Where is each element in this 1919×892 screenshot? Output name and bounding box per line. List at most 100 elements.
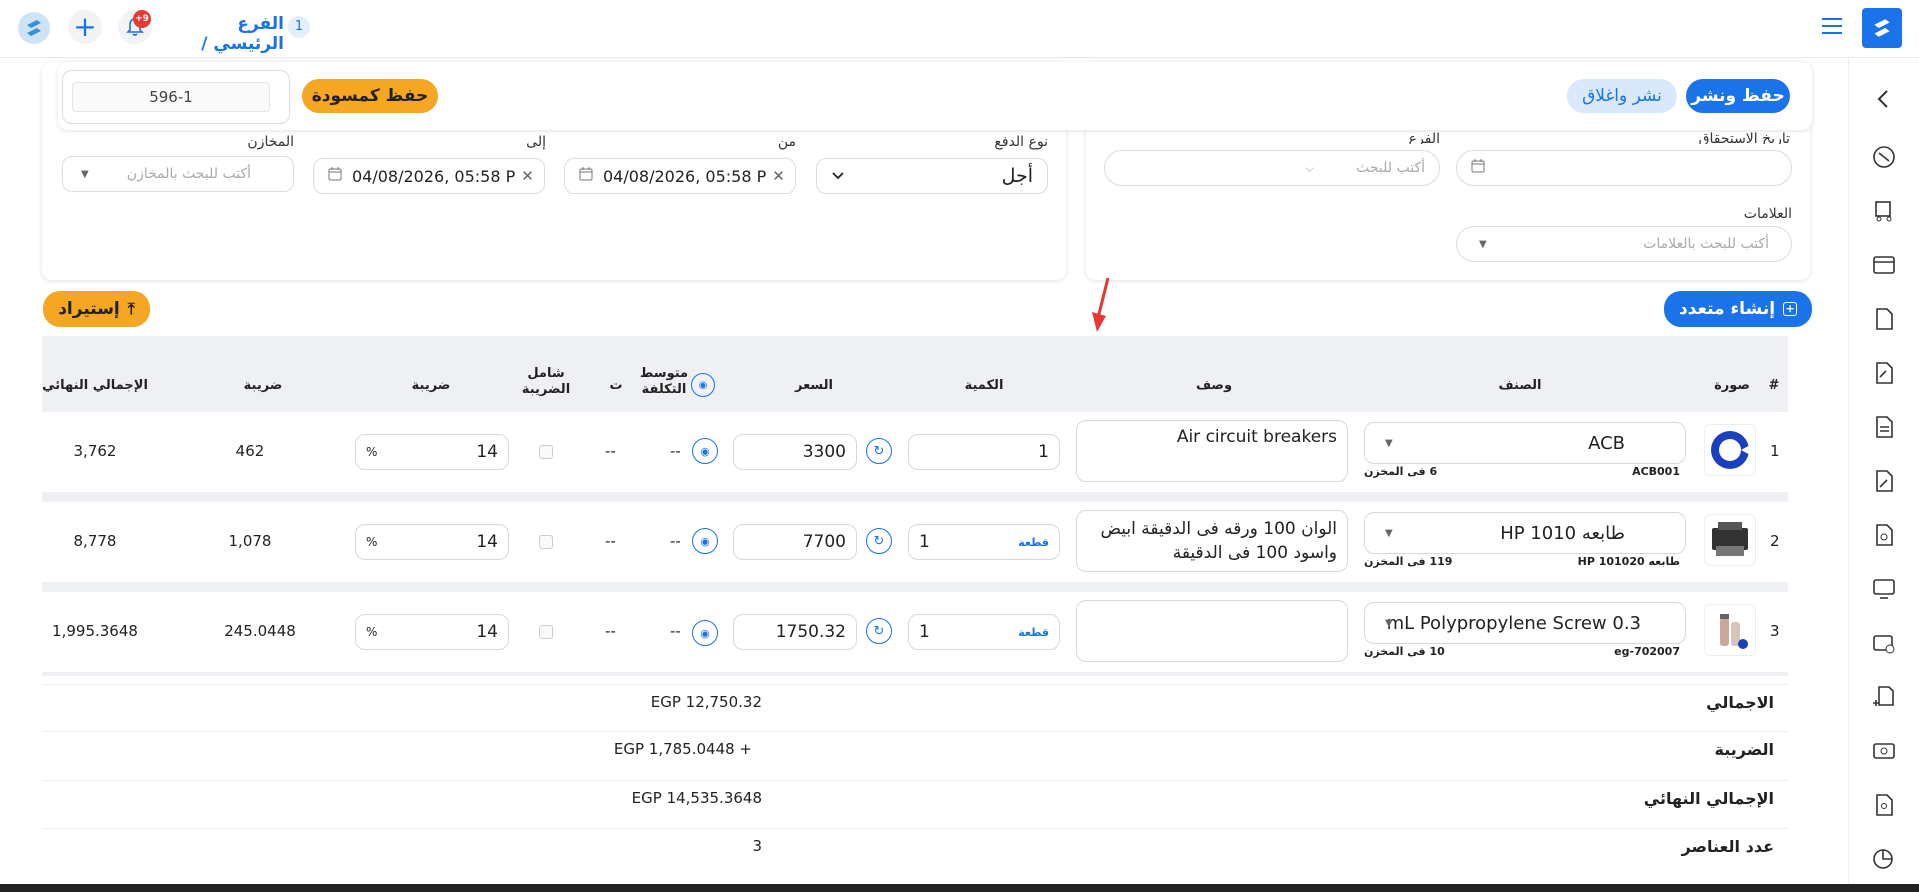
- breadcrumb[interactable]: الفرع الرئيسي /: [166, 14, 284, 54]
- tax-percent-field[interactable]: % 14: [355, 524, 509, 560]
- create-multiple-button[interactable]: + إنشاء متعدد: [1664, 291, 1812, 327]
- price-field[interactable]: 7700: [733, 524, 857, 560]
- item-select[interactable]: طابعه HP 1010 ▼: [1364, 512, 1686, 554]
- from-date-label: من: [777, 134, 796, 150]
- summary-count-row: عدد العناصر 3: [42, 828, 1788, 864]
- caret-down-icon: ▼: [1385, 617, 1393, 629]
- publish-close-button[interactable]: نشر واغلاق: [1567, 79, 1677, 113]
- header-price: السعر: [795, 378, 833, 393]
- cash-add-icon[interactable]: [1871, 630, 1897, 656]
- eye-toggle-icon[interactable]: ◉: [691, 373, 715, 397]
- summary-tax-row: الضريبة EGP 1,785.0448 +: [42, 731, 1788, 767]
- import-label: إستيراد: [58, 299, 120, 319]
- item-name: طابعه HP 1010: [1500, 522, 1625, 544]
- warehouses-select[interactable]: أكتب للبحث بالمخازن ▼: [62, 156, 294, 192]
- header-tax: ضريبة: [411, 378, 451, 393]
- avg-cost-value: --: [670, 622, 681, 640]
- branch-select[interactable]: أكتب للبحث ⌵: [1104, 150, 1440, 186]
- edit-file-icon[interactable]: [1871, 468, 1897, 494]
- menu-icon[interactable]: [1822, 18, 1842, 34]
- item-select[interactable]: mL Polypropylene Screw 0.3 ▼: [1364, 602, 1686, 644]
- app-logo[interactable]: [18, 12, 50, 44]
- description-text: Air circuit breakers: [1176, 427, 1337, 447]
- dashboard-icon[interactable]: [1871, 144, 1897, 170]
- clear-icon[interactable]: ✕: [772, 167, 785, 185]
- tax-inclusive-checkbox[interactable]: [539, 625, 553, 639]
- invoice-icon[interactable]: [1871, 306, 1897, 332]
- clear-icon[interactable]: ✕: [521, 167, 534, 185]
- row-number: 2: [1770, 532, 1780, 550]
- tags-select[interactable]: أكتب للبحث بالعلامات ▼: [1456, 226, 1792, 262]
- tax-percent-value: 14: [476, 442, 498, 462]
- product-image: [1704, 604, 1756, 656]
- eye-icon[interactable]: ◉: [692, 528, 718, 554]
- t-value: --: [605, 442, 616, 460]
- header-qty: الكمية: [964, 378, 1004, 393]
- money-icon[interactable]: [1871, 738, 1897, 764]
- quantity-value: 1: [919, 532, 930, 552]
- sidebar: [1848, 58, 1919, 892]
- user-document-icon[interactable]: [1871, 792, 1897, 818]
- price-value: 1750.32: [775, 622, 846, 642]
- add-icon[interactable]: +: [68, 10, 102, 44]
- to-date-field[interactable]: 04/08/2026, 05:58 P ✕: [313, 158, 545, 194]
- refresh-price-icon[interactable]: ↻: [866, 528, 892, 554]
- report-chart-icon[interactable]: [1871, 846, 1897, 872]
- refresh-price-icon[interactable]: ↻: [866, 438, 892, 464]
- tax-inclusive-checkbox[interactable]: [539, 445, 553, 459]
- tax-percent-field[interactable]: % 14: [355, 614, 509, 650]
- refresh-price-icon[interactable]: ↻: [866, 618, 892, 644]
- monitor-icon[interactable]: [1871, 576, 1897, 602]
- header-tax-amount: ضريبة: [243, 378, 283, 393]
- save-publish-button[interactable]: حفظ ونشر: [1686, 79, 1790, 113]
- chevron-left-icon[interactable]: [1871, 86, 1897, 112]
- row-number: 3: [1770, 622, 1780, 640]
- delivery-icon[interactable]: [1871, 198, 1897, 224]
- quantity-field[interactable]: 1 قطعة: [908, 524, 1060, 560]
- product-image: [1704, 424, 1756, 476]
- doc-number-field[interactable]: 596-1: [72, 82, 270, 112]
- add-document-icon[interactable]: [1871, 684, 1897, 710]
- from-date-field[interactable]: 04/08/2026, 05:58 P ✕: [564, 158, 796, 194]
- notification-badge: +9: [133, 10, 151, 28]
- summary-final-value: EGP 14,535.3648: [631, 789, 762, 807]
- brand-logo[interactable]: [1862, 8, 1902, 48]
- eye-icon[interactable]: ◉: [692, 620, 718, 646]
- eye-icon[interactable]: ◉: [692, 438, 718, 464]
- document-list-icon[interactable]: [1871, 414, 1897, 440]
- branch-placeholder: أكتب للبحث: [1356, 160, 1425, 176]
- tax-percent-field[interactable]: % 14: [355, 434, 509, 470]
- import-button[interactable]: ⤒ إستيراد: [43, 291, 150, 327]
- edit-document-icon[interactable]: [1871, 360, 1897, 386]
- header-tax-inclusive: شامل الضريبة: [521, 366, 571, 397]
- red-arrow-annotation: [1092, 277, 1110, 332]
- payment-type-label: نوع الدفع: [994, 134, 1048, 150]
- row-number: 1: [1770, 442, 1780, 460]
- percent-symbol: %: [366, 625, 378, 639]
- price-field[interactable]: 1750.32: [733, 614, 857, 650]
- item-stock: 119 فى المخزن: [1364, 555, 1453, 568]
- description-field[interactable]: Air circuit breakers: [1076, 420, 1348, 482]
- percent-symbol: %: [366, 445, 378, 459]
- save-draft-button[interactable]: حفظ كمسودة: [302, 79, 438, 113]
- create-multiple-label: إنشاء متعدد: [1678, 299, 1776, 319]
- final-total: 8,778: [73, 532, 117, 550]
- register-icon[interactable]: [1871, 252, 1897, 278]
- tax-inclusive-checkbox[interactable]: [539, 535, 553, 549]
- description-field[interactable]: [1076, 600, 1348, 662]
- description-field[interactable]: الوان 100 ورقه فى الدقيقة ابيض واسود 100…: [1076, 510, 1348, 572]
- price-value: 3300: [802, 442, 846, 462]
- header-desc: وصف: [1195, 378, 1233, 393]
- summary-final-row: الإجمالي النهائي EGP 14,535.3648: [42, 780, 1788, 816]
- quantity-field[interactable]: 1: [908, 434, 1060, 470]
- quantity-value: 1: [1038, 442, 1049, 462]
- unit-label: قطعة: [1018, 625, 1049, 639]
- payment-type-select[interactable]: أجل: [816, 158, 1048, 194]
- item-select[interactable]: ACB ▼: [1364, 422, 1686, 464]
- summary-count-label: عدد العناصر: [1681, 837, 1774, 856]
- price-value: 7700: [802, 532, 846, 552]
- price-field[interactable]: 3300: [733, 434, 857, 470]
- quantity-field[interactable]: 1 قطعة: [908, 614, 1060, 650]
- due-date-field[interactable]: [1456, 150, 1792, 186]
- return-file-icon[interactable]: [1871, 522, 1897, 548]
